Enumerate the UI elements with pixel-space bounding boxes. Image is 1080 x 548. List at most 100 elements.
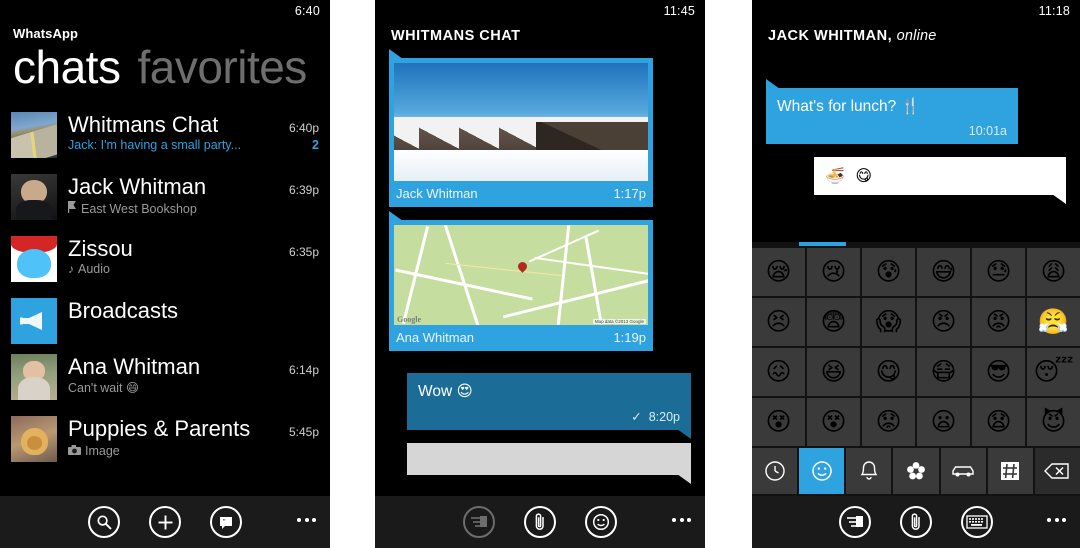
bell-icon[interactable] [846,448,892,494]
bubble-tail [1052,194,1066,205]
list-item[interactable]: Whitmans Chat 6:40p Jack: I'm having a s… [0,107,330,169]
emoji-key[interactable]: 😱 [862,298,915,346]
message-list: What's for lunch? 🍴 10:01a 🍜 😋 [752,44,1080,205]
emoji-key[interactable]: 😅 [917,248,970,296]
map-attribution: Map data ©2013 Google [592,319,646,324]
photo-attachment[interactable] [394,63,648,181]
location-icon [68,200,77,218]
contact-header: JACK WHITMAN, online [752,22,1080,44]
message-bubble-map[interactable]: Google Map data ©2013 Google Ana Whitman… [389,211,653,351]
message-sender: Ana Whitman [396,330,475,345]
smiley-icon[interactable] [799,448,845,494]
list-item[interactable]: Puppies & Parents 5:45p Image [0,411,330,473]
send-icon[interactable] [463,506,495,538]
map-attachment[interactable]: Google Map data ©2013 Google [394,225,648,325]
paperclip-icon[interactable] [900,506,932,538]
emoji-key[interactable]: 😩 [1027,248,1080,296]
panel-emoji-keyboard: 11:18 JACK WHITMAN, online What's for lu… [752,0,1080,548]
more-icon[interactable] [1047,518,1066,522]
map-logo: Google [397,315,421,324]
avatar [11,297,57,344]
search-icon[interactable] [88,506,120,538]
page-title: WHITMANS CHAT [391,28,521,44]
emoji-key[interactable]: 😷 [917,348,970,396]
avatar [11,415,57,462]
bubble-tail [766,79,780,89]
emoji-key[interactable]: 😴 [1027,348,1080,396]
tab-favorites[interactable]: favorites [137,39,307,97]
clock-icon[interactable] [752,448,798,494]
chat-time: 6:14p [288,362,319,377]
list-item[interactable]: Broadcasts [0,293,330,349]
emoji-key[interactable]: 😈 [1027,398,1080,446]
emoji-category-bar [752,448,1080,496]
emoji-key[interactable]: 😨 [807,298,860,346]
emoji-key[interactable]: 😤 [1027,298,1080,346]
message-bubble-text[interactable]: Wow 😍 ✓ 8:20p [407,373,691,440]
list-item[interactable]: Jack Whitman 6:39p East West Bookshop [0,169,330,231]
app-bar-thread [375,496,705,548]
emoji-key[interactable]: 😢 [807,248,860,296]
chat-name: Jack Whitman [68,174,207,199]
broadcast-icon[interactable]: " [210,506,242,538]
send-icon[interactable] [839,506,871,538]
chat-name: Puppies & Parents [68,416,251,441]
broadcast-icon [20,311,42,330]
avatar [11,173,57,220]
app-bar-emoji [752,496,1080,548]
emoji-key[interactable]: 😡 [972,298,1025,346]
emoji-key[interactable]: 😖 [752,348,805,396]
emoji-key[interactable]: 😠 [917,298,970,346]
message-text: What's for lunch? 🍴 [777,98,920,115]
car-icon[interactable] [940,448,986,494]
chat-preview: Can't wait 😄 [68,381,139,396]
more-icon[interactable] [297,518,316,522]
message-bubble-incoming[interactable]: What's for lunch? 🍴 10:01a [766,79,1018,145]
emoji-key[interactable]: 😧 [972,398,1025,446]
bubble-tail [389,211,403,221]
panel-thread: 11:45 WHITMANS CHAT Jack Whitman 1:17p G… [375,0,705,548]
emoji-key[interactable]: 😪 [752,248,805,296]
status-time: 11:45 [663,4,695,18]
message-time: 1:17p [613,186,646,201]
chat-time: 5:45p [288,424,319,439]
chat-time: 6:35p [288,244,319,259]
list-item[interactable]: Ana Whitman 6:14p Can't wait 😄 [0,349,330,411]
message-bubble-photo[interactable]: Jack Whitman 1:17p [389,49,653,207]
hash-icon[interactable] [987,448,1033,494]
emoji-tab-indicator [752,242,1080,246]
compose-input[interactable]: 🍜 😋 [814,157,1066,205]
status-bar-chats: 6:40 [0,0,330,22]
chat-name: Ana Whitman [68,354,201,379]
chat-preview: Audio [78,262,110,277]
emoji-key[interactable]: 😆 [807,348,860,396]
paperclip-icon[interactable] [524,506,556,538]
backspace-icon[interactable] [1034,448,1080,494]
emoji-key[interactable]: 😋 [862,348,915,396]
list-item[interactable]: Zissou 6:35p ♪ Audio [0,231,330,293]
emoji-key[interactable]: 😎 [972,348,1025,396]
keyboard-icon[interactable] [961,506,993,538]
emoji-key[interactable]: 😰 [862,248,915,296]
camera-icon [68,442,81,460]
smiley-icon[interactable] [585,506,617,538]
emoji-key[interactable]: 😓 [972,248,1025,296]
emoji-key[interactable]: 😟 [862,398,915,446]
compose-bubble[interactable] [407,443,691,485]
app-bar-chats: " [0,496,330,548]
bubble-tail [389,49,403,59]
emoji-key[interactable]: 😵 [807,398,860,446]
status-bar-emoji: 11:18 [752,0,1080,22]
tab-chats[interactable]: chats [13,39,121,97]
emoji-grid: 😪 😢 😰 😅 😓 😩 😣 😨 😱 😠 😡 😤 😖 😆 😋 😷 😎 😴 😵 😵 … [752,246,1080,446]
plus-icon[interactable] [149,506,181,538]
more-icon[interactable] [672,518,691,522]
flower-icon[interactable] [893,448,939,494]
emoji-key[interactable]: 😦 [917,398,970,446]
pivot-header: chats favorites [0,39,330,97]
chat-time: 6:39p [288,182,319,197]
emoji-key[interactable]: 😵 [752,398,805,446]
status-time: 11:18 [1038,4,1070,18]
emoji-key[interactable]: 😣 [752,298,805,346]
chat-list: Whitmans Chat 6:40p Jack: I'm having a s… [0,107,330,473]
